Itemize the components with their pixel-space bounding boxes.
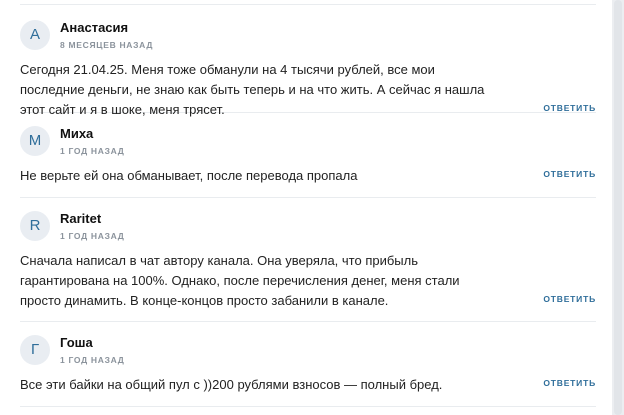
avatar: А xyxy=(20,20,50,50)
comment-time: 1 год назад xyxy=(60,146,125,156)
comment-author[interactable]: Анастасия xyxy=(60,20,128,35)
comment-item: А Анастасия 8 месяцев назад Сегодня 21.0… xyxy=(20,20,596,117)
comment-body: Сначала написал в чат автору канала. Она… xyxy=(20,251,596,311)
comment-header: R Raritet 1 год назад xyxy=(20,211,596,251)
comment-author[interactable]: Гоша xyxy=(60,335,93,350)
avatar: R xyxy=(20,211,50,241)
scrollbar-thumb[interactable] xyxy=(614,0,622,415)
avatar: М xyxy=(20,126,50,156)
comment-time: 1 год назад xyxy=(60,231,125,241)
comment-time: 8 месяцев назад xyxy=(60,40,154,50)
comment-header: А Анастасия 8 месяцев назад xyxy=(20,20,596,60)
reply-button[interactable]: ответить xyxy=(543,373,596,393)
avatar: Г xyxy=(20,335,50,365)
scrollbar[interactable] xyxy=(612,0,624,415)
comment-item: М Миха 1 год назад Не верьте ей она обма… xyxy=(20,126,596,198)
comment-text: Не верьте ей она обманывает, после перев… xyxy=(20,168,358,183)
reply-button[interactable]: ответить xyxy=(543,164,596,184)
comment-item: R Raritet 1 год назад Сначала написал в … xyxy=(20,211,596,322)
comments-panel: А Анастасия 8 месяцев назад Сегодня 21.0… xyxy=(0,0,612,415)
comment-text: Все эти байки на общий пул с ))200 рубля… xyxy=(20,377,443,392)
comment-author[interactable]: Миха xyxy=(60,126,93,141)
reply-button[interactable]: ответить xyxy=(543,98,596,118)
reply-button[interactable]: ответить xyxy=(543,289,596,309)
comment-item: Г Гоша 1 год назад Все эти байки на общи… xyxy=(20,335,596,407)
comment-body: Сегодня 21.04.25. Меня тоже обманули на … xyxy=(20,60,596,120)
comment-text: Сегодня 21.04.25. Меня тоже обманули на … xyxy=(20,62,485,117)
comment-header: Г Гоша 1 год назад xyxy=(20,335,596,375)
comment-time: 1 год назад xyxy=(60,355,125,365)
comment-author[interactable]: Raritet xyxy=(60,211,101,226)
comment-body: Не верьте ей она обманывает, после перев… xyxy=(20,166,596,186)
divider xyxy=(20,4,596,5)
comment-header: М Миха 1 год назад xyxy=(20,126,596,166)
comment-body: Все эти байки на общий пул с ))200 рубля… xyxy=(20,375,596,395)
comment-text: Сначала написал в чат автору канала. Она… xyxy=(20,253,460,308)
